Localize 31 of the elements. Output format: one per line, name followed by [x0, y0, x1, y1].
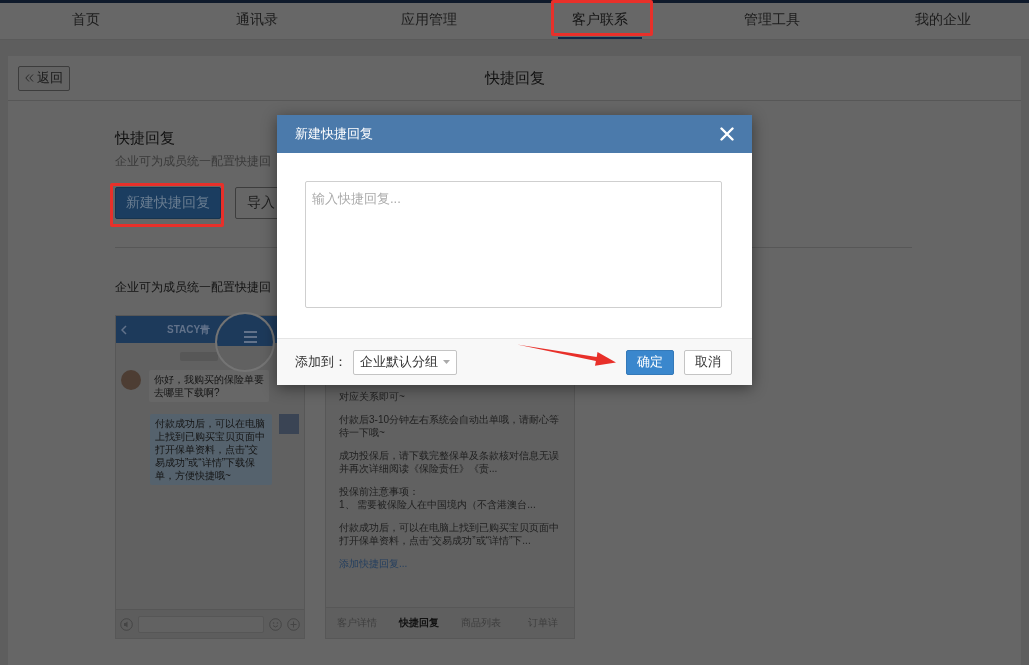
- sound-icon: [120, 617, 133, 631]
- chevron-left-icon: [121, 324, 127, 335]
- chat-title: STACY青: [167, 322, 211, 337]
- nav-tab[interactable]: 管理工具: [729, 3, 814, 39]
- group-dropdown[interactable]: 企业默认分组: [353, 349, 457, 375]
- import-button[interactable]: 导入: [235, 187, 280, 219]
- caret-down-icon: [443, 360, 450, 364]
- cancel-button[interactable]: 取消: [684, 349, 732, 375]
- preview-tab[interactable]: 快捷回复: [399, 616, 439, 630]
- dialog-title: 新建快捷回复: [295, 125, 373, 143]
- close-icon: [720, 127, 734, 141]
- nav-tab[interactable]: 我的企业: [901, 3, 986, 39]
- plus-icon: [287, 617, 300, 631]
- close-button[interactable]: [720, 127, 734, 141]
- chat-bubble: 你好，我购买的保险单要去哪里下载啊?: [149, 370, 269, 402]
- new-reply-button[interactable]: 新建快捷回复: [115, 187, 221, 219]
- reply-text-field[interactable]: 输入快捷回复...: [305, 181, 722, 308]
- preview-caption: 企业可为成员统一配置快捷回: [115, 279, 271, 296]
- nav-tab[interactable]: 客户联系: [558, 3, 643, 39]
- page-title: 快捷回复: [484, 68, 545, 88]
- nav-tab[interactable]: 通讯录: [222, 3, 293, 39]
- back-button[interactable]: 返回: [18, 65, 70, 91]
- add-to-label: 添加到：: [295, 353, 347, 371]
- time-pill-icon: [180, 352, 218, 361]
- avatar-icon: [121, 370, 141, 390]
- double-chevron-left-icon: [25, 74, 34, 82]
- confirm-button[interactable]: 确定: [626, 349, 674, 375]
- section-heading: 快捷回复: [115, 128, 175, 148]
- avatar-icon: [279, 414, 299, 434]
- nav-tab[interactable]: 首页: [57, 3, 114, 39]
- nav-tab[interactable]: 应用管理: [386, 3, 471, 39]
